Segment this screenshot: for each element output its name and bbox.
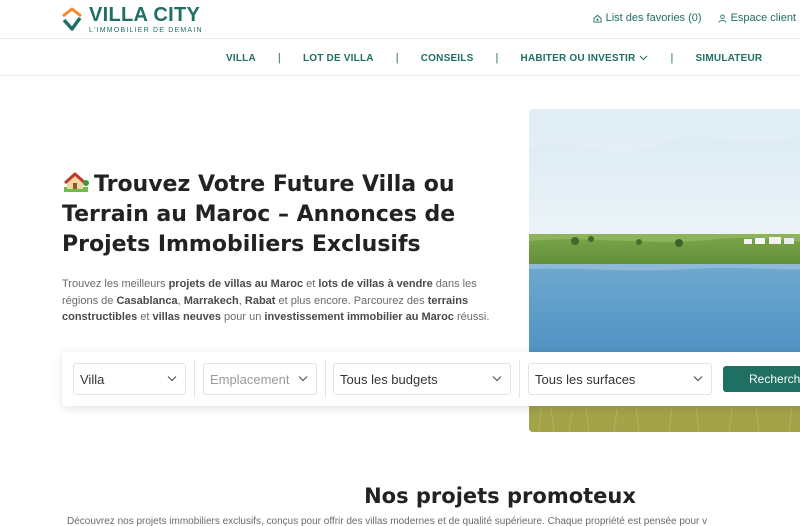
- desc-text: Trouvez les meilleurs: [62, 278, 169, 290]
- desc-text: et: [303, 278, 319, 290]
- main-nav: VILLA | LOT DE VILLA | CONSEILS | HABITE…: [0, 39, 800, 76]
- search-bar: Villa Emplacement Tous les budgets Tous …: [62, 352, 800, 406]
- desc-keyword: projets de villas au Maroc: [168, 278, 304, 290]
- desc-text: réussi.: [453, 311, 490, 323]
- nav-separator: |: [495, 52, 499, 64]
- desc-keyword: villas neuves: [152, 311, 221, 323]
- brand-title: VILLA CITY: [89, 4, 201, 26]
- chevron-down-icon: [298, 376, 308, 382]
- brand-tagline: L'IMMOBILIER DE DEMAIN: [89, 27, 203, 34]
- chevron-down-icon: [167, 376, 177, 382]
- location-placeholder: Emplacement: [210, 371, 290, 387]
- logo[interactable]: VILLA CITY L'IMMOBILIER DE DEMAIN: [61, 5, 203, 34]
- chevron-down-icon: [693, 376, 703, 382]
- hero-description: Trouvez les meilleurs projets de villas …: [62, 276, 492, 326]
- favorites-link[interactable]: List des favories (0): [593, 12, 702, 24]
- desc-keyword: Marrakech: [183, 294, 239, 307]
- projects-title: Nos projets promoteux: [364, 484, 636, 508]
- nav-separator: |: [395, 52, 399, 64]
- nav-habiter-label: HABITER OU INVESTIR: [520, 52, 636, 64]
- nav-villa[interactable]: VILLA: [226, 53, 256, 64]
- search-button-label: Rechercher: [749, 372, 800, 386]
- client-space-link[interactable]: Espace client: [718, 12, 796, 24]
- location-select[interactable]: Emplacement: [203, 363, 317, 395]
- desc-keyword: lots de villas à vendre: [318, 278, 433, 290]
- nav-lot-de-villa[interactable]: LOT DE VILLA: [303, 53, 374, 64]
- desc-text: pour un: [220, 311, 265, 323]
- nav-simulateur[interactable]: SIMULATEUR: [696, 53, 763, 64]
- desc-keyword: Rabat: [244, 294, 276, 307]
- logo-mark-icon: [62, 7, 82, 31]
- house-icon: [63, 172, 89, 192]
- user-icon: [718, 13, 727, 23]
- budget-select[interactable]: Tous les budgets: [333, 363, 511, 395]
- nav-separator: |: [277, 52, 281, 64]
- budget-select-value: Tous les budgets: [340, 371, 438, 387]
- search-button[interactable]: Rechercher: [723, 366, 800, 392]
- field-divider: [519, 360, 520, 398]
- favorites-label: List des favories (0): [605, 12, 702, 24]
- home-heart-icon: [593, 14, 602, 23]
- hero-title: Trouvez Votre Future Villa ou Terrain au…: [62, 170, 502, 260]
- chevron-down-icon: [492, 376, 502, 382]
- desc-keyword: Casablanca: [116, 294, 178, 307]
- client-space-label: Espace client: [730, 12, 796, 24]
- nav-conseils[interactable]: CONSEILS: [421, 53, 474, 64]
- type-select[interactable]: Villa: [73, 363, 186, 395]
- hero-title-text: Trouvez Votre Future Villa ou Terrain au…: [62, 172, 456, 257]
- chevron-down-icon: [640, 55, 648, 61]
- desc-keyword: investissement immobilier au Maroc: [264, 311, 454, 323]
- field-divider: [325, 360, 326, 398]
- desc-text: et: [137, 311, 153, 323]
- surface-select-value: Tous les surfaces: [535, 371, 636, 387]
- field-divider: [194, 360, 195, 398]
- type-select-value: Villa: [80, 371, 105, 387]
- surface-select[interactable]: Tous les surfaces: [528, 363, 712, 395]
- nav-habiter-ou-investir[interactable]: HABITER OU INVESTIR: [521, 53, 649, 64]
- desc-text: et plus encore. Parcourez des: [275, 294, 428, 307]
- top-header: VILLA CITY L'IMMOBILIER DE DEMAIN List d…: [0, 0, 800, 39]
- projects-description: Découvrez nos projets immobiliers exclus…: [67, 516, 708, 526]
- nav-separator: |: [670, 52, 674, 64]
